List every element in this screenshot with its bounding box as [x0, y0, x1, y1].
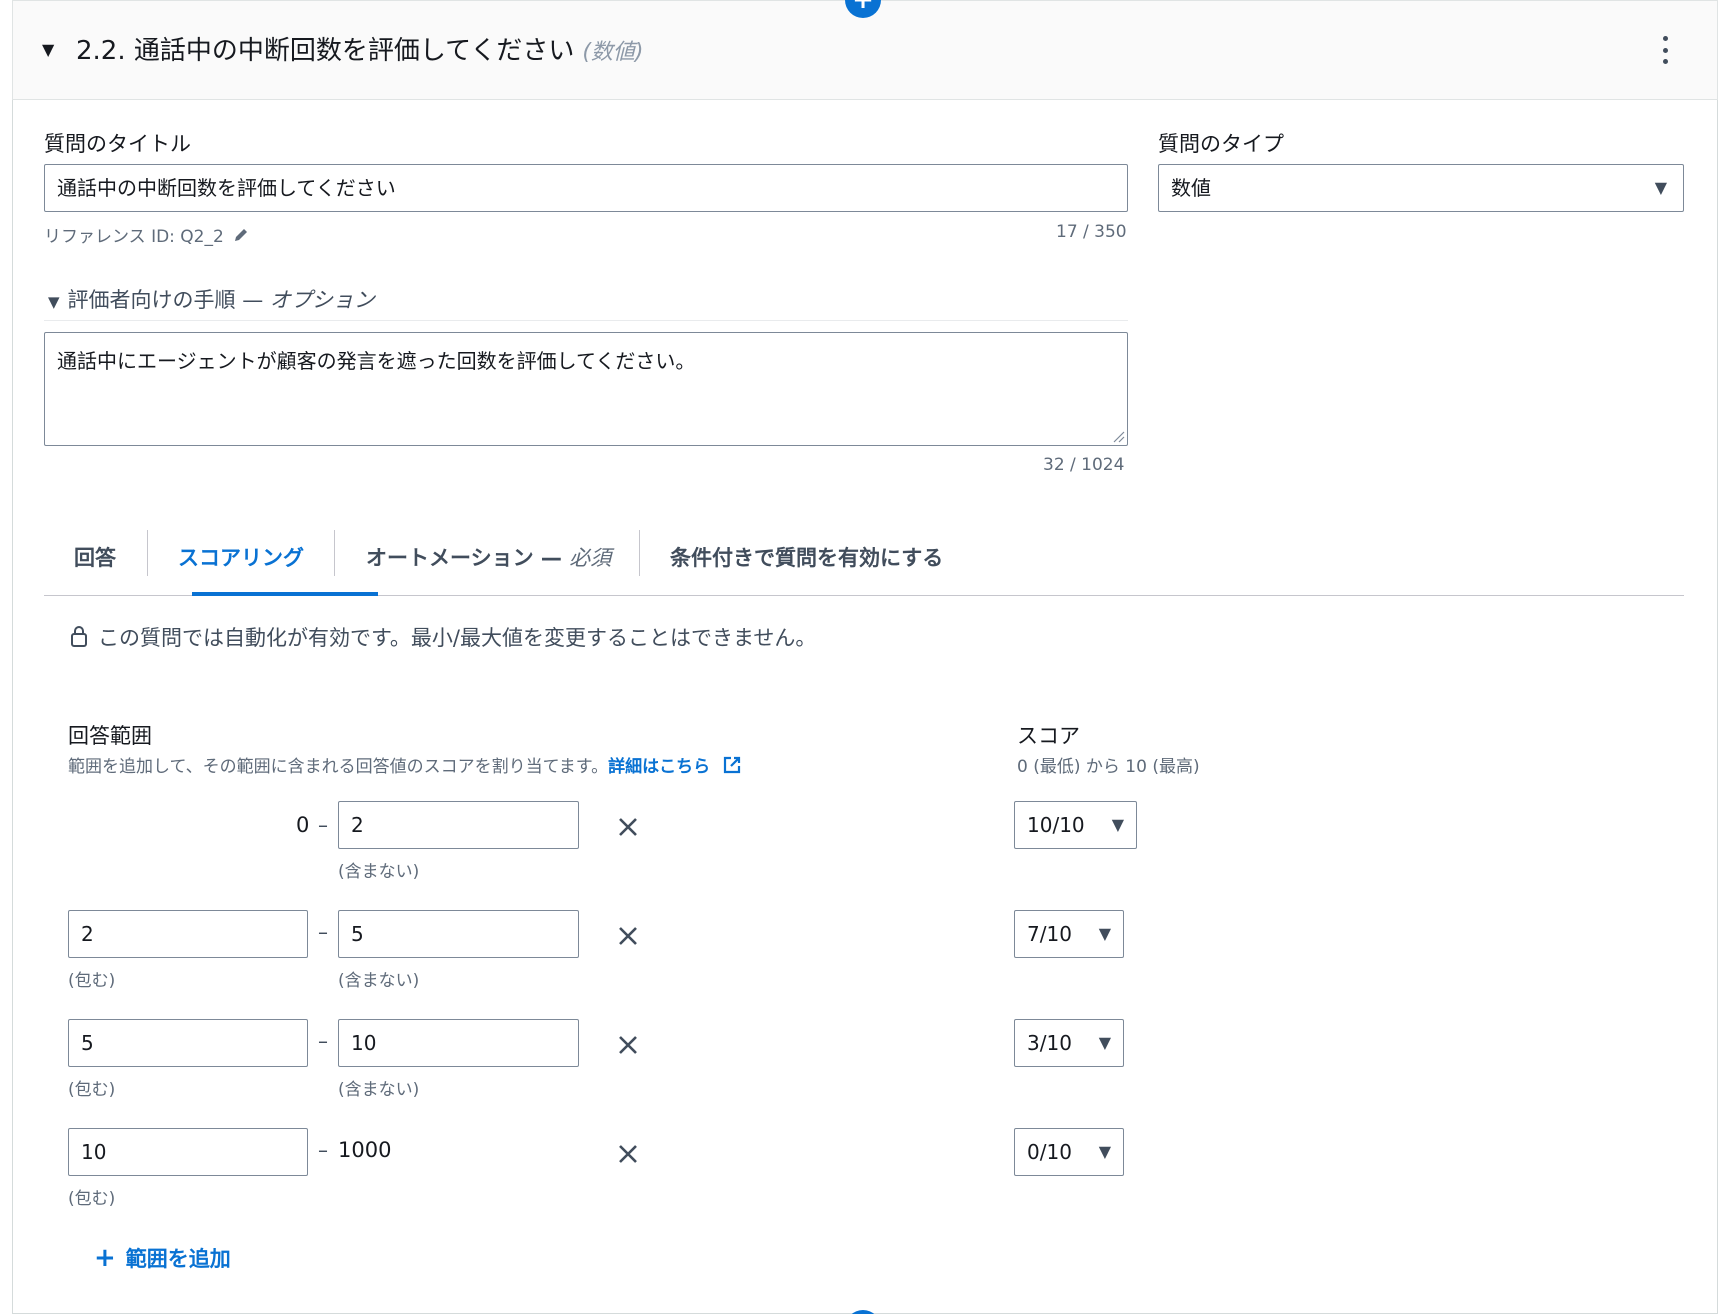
more-options-icon[interactable] — [1658, 36, 1672, 64]
tab-separator — [639, 530, 640, 576]
collapse-caret-icon: ▼ — [48, 293, 60, 311]
question-title-input[interactable]: 通話中の中断回数を評価してください — [44, 164, 1128, 212]
remove-range-icon[interactable] — [616, 1033, 640, 1057]
question-type-value: 数値 — [1171, 176, 1211, 200]
range-min-input[interactable]: 2 — [68, 910, 308, 958]
score-select[interactable]: 10/10 ▼ — [1014, 801, 1137, 849]
header-title-text: 2.2. 通話中の中断回数を評価してください — [76, 36, 575, 66]
score-description: 0 (最低) から 10 (最高) — [1017, 757, 1200, 777]
add-range-button[interactable]: + 範囲を追加 — [94, 1243, 231, 1273]
divider — [44, 320, 1128, 321]
range-max-static: 1000 — [338, 1138, 392, 1162]
range-min-input[interactable]: 10 — [68, 1128, 308, 1176]
plus-icon: + — [94, 1243, 116, 1273]
dropdown-caret-icon: ▼ — [1098, 1142, 1111, 1161]
lock-icon — [71, 626, 87, 647]
add-range-label: 範囲を追加 — [125, 1247, 231, 1271]
tab-automation-required: 必須 — [569, 546, 612, 570]
dropdown-caret-icon: ▼ — [1098, 924, 1111, 943]
optional-label: オプション — [269, 288, 375, 312]
range-max-input[interactable]: 10 — [338, 1019, 579, 1067]
question-type-select[interactable]: 数値 ▼ — [1158, 164, 1684, 212]
remove-range-icon[interactable] — [616, 924, 640, 948]
reference-id: リファレンス ID: Q2_2 — [44, 222, 249, 247]
instructions-textarea[interactable]: 通話中にエージェントが顧客の発言を遮った回数を評価してください。 — [44, 332, 1128, 446]
tab-automation[interactable]: オートメーション — 必須 — [366, 534, 611, 582]
reference-id-text: リファレンス ID: Q2_2 — [44, 227, 224, 247]
exclusive-hint: (含まない) — [338, 1080, 420, 1100]
tab-answers[interactable]: 回答 — [74, 534, 116, 582]
exclusive-hint: (含まない) — [338, 862, 420, 882]
range-max-input[interactable]: 5 — [338, 910, 579, 958]
dropdown-caret-icon: ▼ — [1111, 815, 1124, 834]
answer-range-label: 回答範囲 — [68, 724, 152, 748]
range-min-input[interactable]: 5 — [68, 1019, 308, 1067]
score-value: 7/10 — [1027, 922, 1072, 946]
range-dash: – — [318, 920, 328, 944]
tab-scoring[interactable]: スコアリング — [178, 534, 304, 582]
score-select[interactable]: 7/10 ▼ — [1014, 910, 1124, 958]
instructions-text: 通話中にエージェントが顧客の発言を遮った回数を評価してください。 — [57, 349, 696, 373]
tab-separator — [147, 530, 148, 576]
external-link-icon — [723, 756, 741, 774]
active-tab-underline — [192, 592, 378, 596]
range-max-input[interactable]: 2 — [338, 801, 579, 849]
dropdown-caret-icon: ▼ — [1098, 1033, 1111, 1052]
tab-bar: 回答 スコアリング オートメーション — 必須 条件付きで質問を有効にする — [44, 520, 1684, 596]
question-header-title: 2.2. 通話中の中断回数を評価してください (数値) — [76, 30, 644, 67]
instructions-char-counter: 32 / 1024 — [1043, 455, 1125, 475]
score-select[interactable]: 3/10 ▼ — [1014, 1019, 1124, 1067]
inclusive-hint: (包む) — [68, 1189, 116, 1209]
pencil-icon[interactable] — [233, 227, 249, 243]
inclusive-hint: (包む) — [68, 1080, 116, 1100]
learn-more-text: 詳細はこちら — [608, 757, 711, 777]
score-label: スコア — [1017, 724, 1080, 748]
score-select[interactable]: 0/10 ▼ — [1014, 1128, 1124, 1176]
dropdown-caret-icon: ▼ — [1654, 178, 1667, 197]
question-type-label: 質問のタイプ — [1158, 132, 1284, 156]
automation-notice: この質問では自動化が有効です。最小/最大値を変更することはできません。 — [98, 626, 817, 650]
range-dash: – — [318, 813, 328, 837]
score-value: 10/10 — [1027, 813, 1085, 837]
learn-more-link[interactable]: 詳細はこちら — [608, 756, 742, 777]
answer-range-desc-text: 範囲を追加して、その範囲に含まれる回答値のスコアを割り当てます。 — [68, 757, 609, 777]
title-char-counter: 17 / 350 — [1056, 222, 1127, 242]
header-type-hint: (数値) — [582, 40, 644, 65]
score-value: 0/10 — [1027, 1140, 1072, 1164]
remove-range-icon[interactable] — [616, 1142, 640, 1166]
resize-handle-icon[interactable] — [1111, 429, 1125, 443]
inclusive-hint: (包む) — [68, 971, 116, 991]
score-value: 3/10 — [1027, 1031, 1072, 1055]
remove-range-icon[interactable] — [616, 815, 640, 839]
tab-automation-label: オートメーション — — [366, 546, 570, 570]
instructions-label: 評価者向けの手順 — — [67, 288, 270, 312]
range-dash: – — [318, 1029, 328, 1053]
exclusive-hint: (含まない) — [338, 971, 420, 991]
range-min-static: 0 — [296, 813, 310, 837]
question-title-label: 質問のタイトル — [44, 132, 191, 156]
tab-separator — [334, 530, 335, 576]
instructions-toggle[interactable]: ▼ 評価者向けの手順 — オプション — [48, 284, 375, 314]
range-dash: – — [318, 1138, 328, 1162]
collapse-caret-icon[interactable]: ▼ — [42, 40, 54, 59]
answer-range-description: 範囲を追加して、その範囲に含まれる回答値のスコアを割り当てます。詳細はこちら — [68, 752, 742, 777]
tab-conditional[interactable]: 条件付きで質問を有効にする — [670, 534, 943, 582]
